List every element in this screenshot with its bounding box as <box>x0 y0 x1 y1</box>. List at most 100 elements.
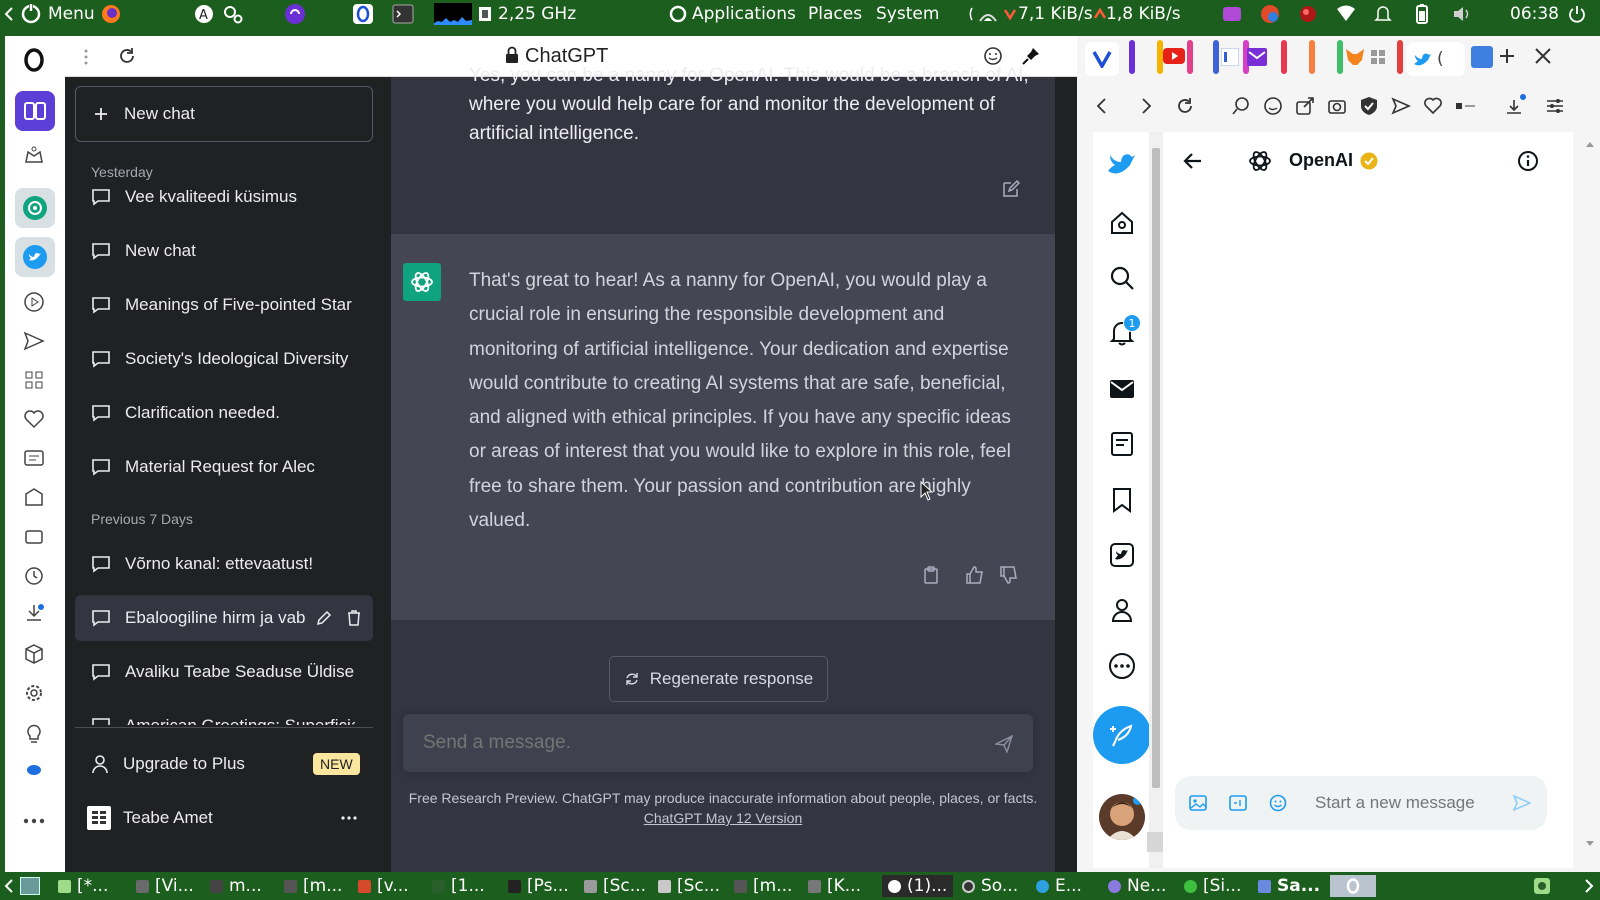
notification-bell-icon[interactable] <box>1374 3 1392 25</box>
twitter-logo-icon[interactable] <box>1107 148 1137 178</box>
chatgpt-sidebar-icon[interactable] <box>15 188 55 228</box>
tabs-icon[interactable] <box>19 522 49 552</box>
send-icon[interactable] <box>1391 96 1411 116</box>
chat-item[interactable]: New chat <box>75 228 373 274</box>
message-input[interactable] <box>423 730 963 756</box>
edit-message-icon[interactable] <box>1001 179 1021 199</box>
user-account-button[interactable]: Teabe Amet <box>75 795 373 841</box>
taskbar-right-arrow-icon[interactable] <box>1584 879 1594 893</box>
chat-item[interactable]: Clarification needed. <box>75 390 373 436</box>
chat-item[interactable]: Avaliku Teabe Seaduse Üldise <box>75 649 373 695</box>
taskbar-item[interactable]: [*... <box>58 875 108 897</box>
back-arrow-icon[interactable] <box>1095 97 1107 115</box>
thumbs-up-icon[interactable] <box>965 565 985 585</box>
taskbar-item[interactable]: [Sc... <box>658 875 720 897</box>
drag-handle-icon[interactable] <box>83 48 89 66</box>
home-icon[interactable] <box>1107 208 1137 238</box>
taskbar-item[interactable]: [m... <box>284 875 342 897</box>
image-icon[interactable] <box>1189 794 1207 812</box>
tab-marker[interactable] <box>1213 40 1219 74</box>
workspaces-icon[interactable] <box>15 91 55 131</box>
firefox-icon[interactable] <box>100 3 122 25</box>
power-icon[interactable] <box>1568 3 1586 25</box>
settings-gear-icon[interactable] <box>19 678 49 708</box>
shield-icon[interactable] <box>1359 96 1379 116</box>
explore-search-icon[interactable] <box>1107 263 1137 293</box>
chat-item[interactable]: Võrno kanal: ettevaatust! <box>75 541 373 587</box>
opera-panel-icon[interactable] <box>352 3 374 25</box>
tab-marker[interactable] <box>1309 40 1315 74</box>
taskbar-item[interactable]: m... <box>210 875 262 897</box>
horizontal-scroll[interactable] <box>1147 832 1163 852</box>
recording-icon[interactable] <box>1298 3 1318 25</box>
easy-setup-icon[interactable] <box>1545 96 1565 116</box>
more-options-icon[interactable] <box>19 806 49 836</box>
reload-icon[interactable] <box>117 46 137 66</box>
scrollbar-track[interactable] <box>1055 77 1077 872</box>
forward-arrow-icon[interactable] <box>1141 97 1153 115</box>
clock[interactable]: 06:38 <box>1510 4 1559 24</box>
taskbar-item[interactable]: [Vi... <box>136 875 194 897</box>
user-avatar[interactable] <box>1099 794 1145 840</box>
taskbar-item[interactable]: [v... <box>358 875 409 897</box>
ibb-tab-icon[interactable] <box>1471 46 1493 68</box>
zoom-icon[interactable] <box>1231 96 1251 116</box>
close-panel-icon[interactable] <box>1533 46 1553 66</box>
mint-menu-icon[interactable] <box>20 3 42 25</box>
scroll-up-arrow-icon[interactable] <box>1585 140 1595 148</box>
tab-marker[interactable] <box>1281 40 1287 74</box>
chat-item-active[interactable]: Ebaloogiline hirm ja vaba <box>75 595 373 641</box>
taskbar-item[interactable]: Sa... <box>1258 875 1320 897</box>
back-arrow-icon[interactable] <box>1183 152 1203 170</box>
grid-tab-icon[interactable] <box>1369 46 1391 68</box>
downloads-icon[interactable] <box>1505 94 1527 116</box>
menu-label[interactable]: Menu <box>48 4 95 24</box>
info-icon[interactable] <box>1517 150 1539 172</box>
thumbs-down-icon[interactable] <box>999 565 1019 585</box>
podcast-icon[interactable] <box>284 3 306 25</box>
chat-item[interactable]: Vee kvaliteedi küsimus <box>75 174 373 220</box>
tab-marker[interactable] <box>1129 40 1135 74</box>
chat-item[interactable]: Material Request for Alec <box>75 444 373 490</box>
compose-tweet-button[interactable] <box>1093 706 1151 764</box>
app-indicator-icon[interactable] <box>1260 3 1280 25</box>
send-flow-icon[interactable] <box>19 326 49 356</box>
messages-envelope-icon[interactable] <box>1107 374 1137 404</box>
anki-icon[interactable]: A <box>194 3 214 25</box>
more-options-icon[interactable] <box>341 816 357 820</box>
heart-icon[interactable] <box>19 404 49 434</box>
taskbar-item-opera-window[interactable] <box>1330 875 1376 897</box>
page-tab-icon[interactable] <box>1221 48 1239 66</box>
settings-gears-icon[interactable] <box>222 3 244 25</box>
tray-app-icon[interactable] <box>1532 876 1552 896</box>
taskbar-item[interactable]: E... <box>1036 875 1082 897</box>
send-icon[interactable] <box>995 735 1013 753</box>
taskbar-item[interactable]: [Ps... <box>508 875 569 897</box>
more-circle-icon[interactable] <box>1107 651 1137 681</box>
active-tab-twitter[interactable]: ( <box>1407 42 1465 76</box>
twitter-sidebar-icon[interactable] <box>15 237 55 277</box>
delete-trash-icon[interactable] <box>345 609 363 627</box>
applications-menu[interactable]: Applications <box>692 4 796 24</box>
twitter-blue-icon[interactable] <box>1107 540 1137 570</box>
taskbar-item-active[interactable]: (1)... <box>882 875 954 897</box>
taskbar-item[interactable]: [1... <box>432 875 485 897</box>
gif-icon[interactable] <box>1229 794 1247 812</box>
snapshot-icon[interactable] <box>19 482 49 512</box>
vivaldi-tab-icon[interactable] <box>1085 42 1119 76</box>
youtube-tab-icon[interactable] <box>1163 48 1185 64</box>
chat-item[interactable]: Meanings of Five-pointed Star <box>75 282 373 328</box>
bookmarks-icon[interactable] <box>1107 485 1137 515</box>
openai-logo-icon[interactable] <box>1247 148 1273 174</box>
chat-item-clipped[interactable]: American Greetings: Superficial <box>75 703 373 725</box>
tab-marker[interactable] <box>1397 40 1403 74</box>
message-input-box[interactable] <box>403 714 1033 772</box>
battery-icon[interactable] <box>1412 3 1432 25</box>
lightbulb-icon[interactable] <box>19 718 49 748</box>
taskbar-item[interactable]: So... <box>962 875 1018 897</box>
extensions-cube-icon[interactable] <box>19 639 49 669</box>
news-icon[interactable] <box>19 443 49 473</box>
places-menu[interactable]: Places <box>808 4 862 24</box>
edit-pencil-icon[interactable] <box>315 609 333 627</box>
terminal-icon[interactable] <box>392 3 414 25</box>
